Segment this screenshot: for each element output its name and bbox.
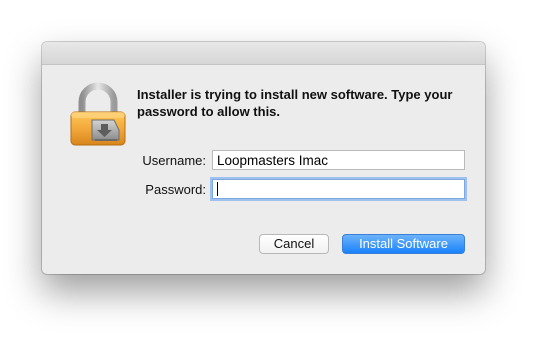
password-field[interactable]	[212, 179, 465, 199]
authentication-dialog: Installer is trying to install new softw…	[42, 42, 485, 274]
username-field[interactable]	[212, 150, 465, 170]
password-label: Password:	[145, 182, 206, 197]
padlock-icon	[70, 82, 126, 146]
dialog-titlebar	[42, 42, 485, 65]
text-caret	[217, 182, 218, 196]
desktop-background: Installer is trying to install new softw…	[0, 0, 533, 342]
install-software-button[interactable]: Install Software	[342, 234, 465, 254]
cancel-button[interactable]: Cancel	[259, 234, 329, 254]
username-label: Username:	[142, 153, 206, 168]
dialog-message: Installer is trying to install new softw…	[137, 87, 453, 119]
